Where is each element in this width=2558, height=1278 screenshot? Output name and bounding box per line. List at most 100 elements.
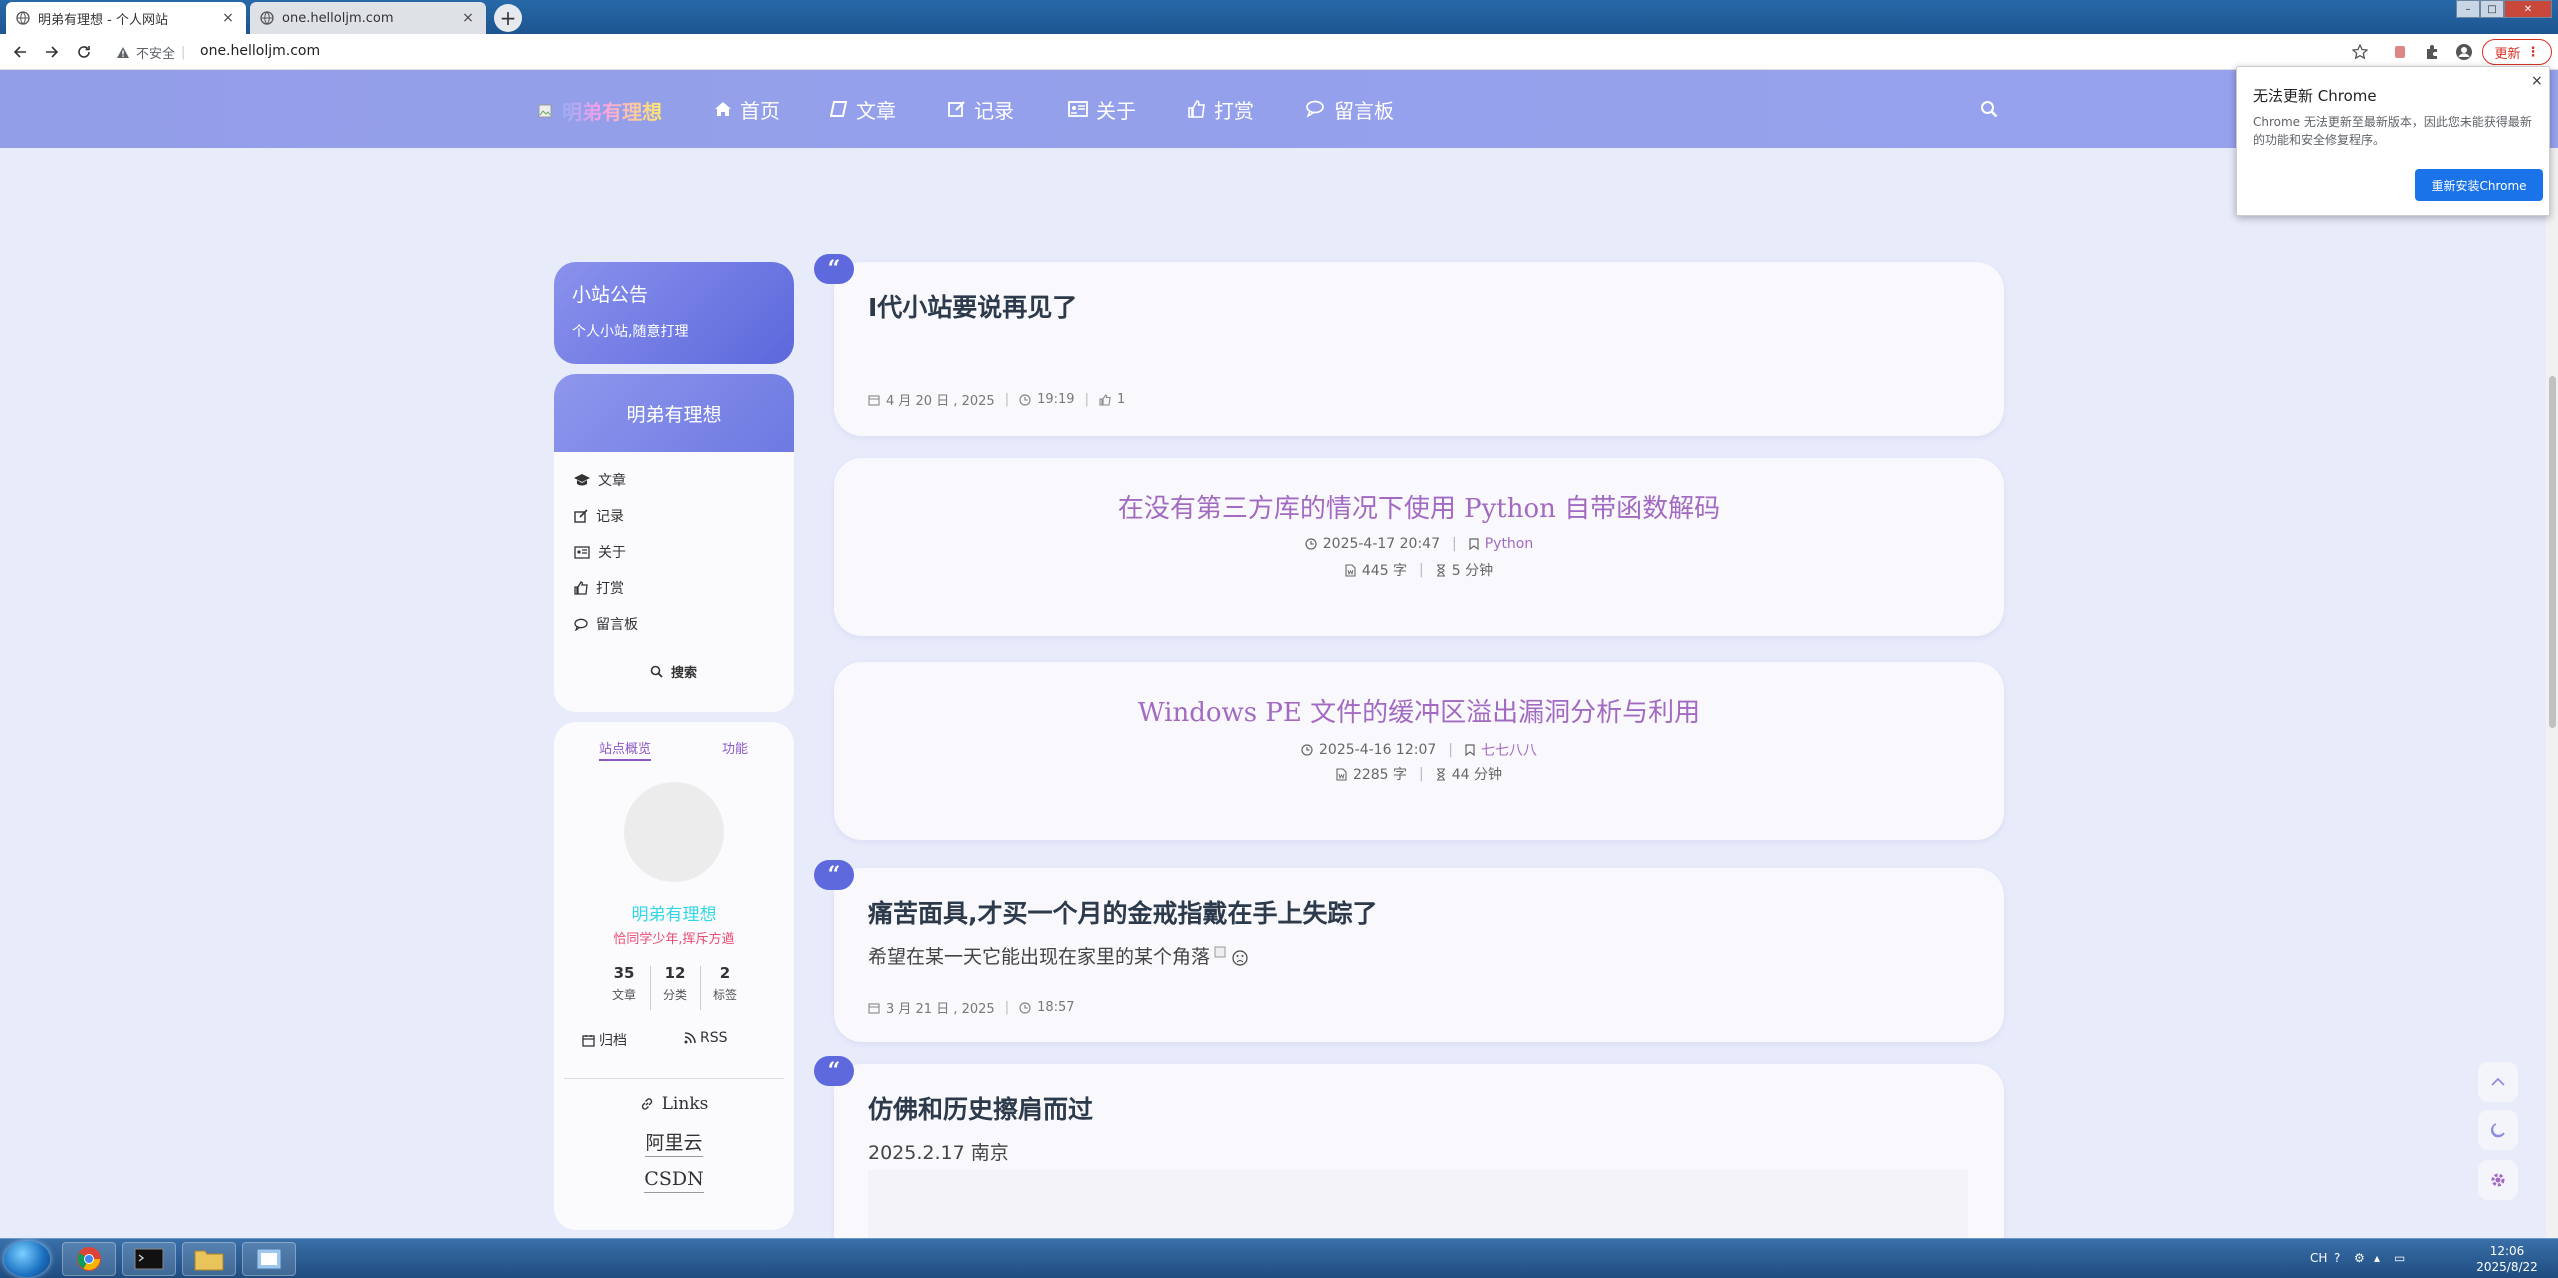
sidebar-item-about[interactable]: 关于 — [574, 542, 626, 562]
post-card-moment[interactable]: “ 仿佛和历史擦肩而过 2025.2.17 南京 — [814, 1056, 2004, 1264]
forward-icon[interactable] — [42, 42, 62, 62]
nav-guestbook[interactable]: 留言板 — [1306, 96, 1394, 123]
dark-mode-button[interactable] — [2478, 1110, 2518, 1150]
url-field[interactable]: one.helloljm.com — [200, 43, 320, 59]
stat-value: 35 — [613, 964, 635, 982]
post-card-moment[interactable]: “ Ⅰ代小站要说再见了 4 月 20 日 , 2025 | 19:19 | 1 — [814, 254, 2004, 436]
id-card-icon — [1068, 101, 1088, 117]
quote-icon: “ — [814, 1056, 854, 1086]
post-category[interactable]: Python — [1485, 536, 1534, 552]
close-window-button[interactable]: ✕ — [2504, 0, 2552, 18]
taskbar-app[interactable] — [242, 1242, 296, 1276]
update-button[interactable]: 更新 ⋮ — [2482, 39, 2552, 65]
post-card-article[interactable]: 在没有第三方库的情况下使用 Python 自带函数解码 2025-4-17 20… — [834, 458, 2004, 636]
minimize-button[interactable]: – — [2456, 0, 2480, 18]
site-logo[interactable]: 明弟有理想 — [538, 96, 662, 125]
archive-link[interactable]: 归档 — [582, 1030, 627, 1050]
sidebar-item-records[interactable]: 记录 — [574, 506, 624, 526]
friend-link-aliyun[interactable]: 阿里云 — [554, 1128, 794, 1157]
clock-icon — [1019, 393, 1031, 406]
taskbar-clock[interactable]: 12:06 2025/8/22 — [2462, 1243, 2552, 1275]
nav-label: 关于 — [1096, 98, 1136, 123]
post-title[interactable]: 痛苦面具,才买一个月的金戒指戴在手上失踪了 — [868, 894, 1378, 930]
sidebar-item-guestbook[interactable]: 留言板 — [574, 614, 638, 634]
profile-icon[interactable] — [2454, 42, 2474, 62]
scrollbar-thumb[interactable] — [2549, 376, 2556, 728]
post-title[interactable]: Ⅰ代小站要说再见了 — [868, 288, 1077, 324]
sidebar-menu-title: 明弟有理想 — [554, 374, 794, 452]
post-read-time: 5 分钟 — [1451, 563, 1494, 579]
tab-site-overview[interactable]: 站点概览 — [599, 738, 652, 761]
friend-link-label: CSDN — [644, 1168, 704, 1193]
close-icon[interactable]: × — [460, 10, 476, 26]
close-icon[interactable]: × — [2531, 73, 2543, 89]
sidebar-item-articles[interactable]: 文章 — [574, 470, 626, 490]
nav-about[interactable]: 关于 — [1068, 96, 1136, 123]
nav-label: 打赏 — [1214, 98, 1254, 123]
network-icon[interactable]: ▭ — [2394, 1251, 2405, 1265]
tray-settings-icon[interactable]: ⚙ — [2354, 1251, 2365, 1265]
stat-value: 2 — [719, 964, 731, 982]
id-card-icon — [574, 545, 590, 559]
calendar-icon — [868, 394, 880, 406]
sidebar-item-donate[interactable]: 打赏 — [574, 578, 624, 598]
calendar-icon — [582, 1034, 595, 1047]
reinstall-chrome-button[interactable]: 重新安装Chrome — [2415, 169, 2543, 201]
sidebar-search-button[interactable]: 搜索 — [650, 662, 697, 681]
taskbar-explorer[interactable] — [182, 1242, 236, 1276]
reload-icon[interactable] — [74, 42, 94, 62]
help-icon[interactable]: ? — [2334, 1251, 2340, 1265]
taskbar: CH ? ⚙ ▴ ▭ 12:06 2025/8/22 — [0, 1238, 2558, 1278]
nav-home[interactable]: 首页 — [714, 96, 780, 123]
window-app-icon — [256, 1248, 282, 1270]
close-icon[interactable]: × — [220, 10, 236, 26]
broken-image-icon — [538, 104, 552, 117]
extension-icon[interactable] — [2390, 42, 2410, 62]
taskbar-terminal[interactable] — [122, 1242, 176, 1276]
post-title[interactable]: Windows PE 文件的缓冲区溢出漏洞分析与利用 — [834, 692, 2004, 729]
logo-text: 明弟有理想 — [562, 100, 662, 124]
stat-label: 标签 — [712, 988, 737, 1002]
hourglass-icon — [1436, 563, 1445, 577]
stat-categories[interactable]: 12 分类 — [650, 964, 700, 1003]
new-tab-button[interactable]: + — [494, 4, 522, 32]
post-card-moment[interactable]: “ 痛苦面具,才买一个月的金戒指戴在手上失踪了 希望在某一天它能出现在家里的某个… — [814, 860, 2004, 1042]
tab-active[interactable]: 明弟有理想 - 个人网站 × — [6, 2, 246, 34]
post-card-article[interactable]: Windows PE 文件的缓冲区溢出漏洞分析与利用 2025-4-16 12:… — [834, 662, 2004, 840]
notice-title: 小站公告 — [572, 284, 649, 306]
maximize-button[interactable]: □ — [2480, 0, 2504, 18]
start-button[interactable] — [4, 1241, 50, 1277]
post-date: 4 月 20 日 , 2025 — [886, 394, 995, 409]
stat-label: 分类 — [662, 988, 687, 1002]
post-category[interactable]: 七七八八 — [1481, 740, 1537, 760]
settings-button[interactable] — [2478, 1160, 2518, 1200]
back-icon[interactable] — [10, 42, 30, 62]
rss-link[interactable]: RSS — [684, 1030, 728, 1046]
nav-articles[interactable]: 文章 — [830, 96, 896, 123]
clock-icon — [1305, 538, 1317, 550]
tab-functions[interactable]: 功能 — [722, 738, 748, 757]
nav-records[interactable]: 记录 — [948, 96, 1014, 123]
insecure-indicator[interactable]: 不安全 | — [116, 43, 185, 62]
comments-icon — [1306, 100, 1324, 118]
stat-articles[interactable]: 35 文章 — [599, 964, 649, 1003]
post-title[interactable]: 在没有第三方库的情况下使用 Python 自带函数解码 — [834, 488, 2004, 525]
search-icon — [650, 665, 663, 678]
bookmark-star-icon[interactable] — [2350, 42, 2370, 62]
puzzle-icon[interactable] — [2422, 42, 2442, 62]
tray-expand-icon[interactable]: ▴ — [2374, 1251, 2380, 1265]
tab-title: one.helloljm.com — [282, 10, 394, 26]
nav-donate[interactable]: 打赏 — [1188, 96, 1254, 123]
search-icon[interactable] — [1980, 100, 1998, 118]
browser-tab-bar: 明弟有理想 - 个人网站 × one.helloljm.com × + – □ … — [0, 0, 2558, 34]
scroll-top-button[interactable] — [2478, 1062, 2518, 1102]
friend-link-csdn[interactable]: CSDN — [554, 1168, 794, 1193]
taskbar-chrome[interactable] — [62, 1242, 116, 1276]
globe-icon — [260, 11, 274, 25]
clock-date: 2025/8/22 — [2476, 1260, 2538, 1274]
book-icon — [830, 101, 848, 117]
stat-tags[interactable]: 2 标签 — [700, 964, 750, 1003]
tab-inactive[interactable]: one.helloljm.com × — [250, 2, 486, 34]
post-title[interactable]: 仿佛和历史擦肩而过 — [868, 1090, 1093, 1126]
input-lang[interactable]: CH — [2310, 1251, 2327, 1265]
